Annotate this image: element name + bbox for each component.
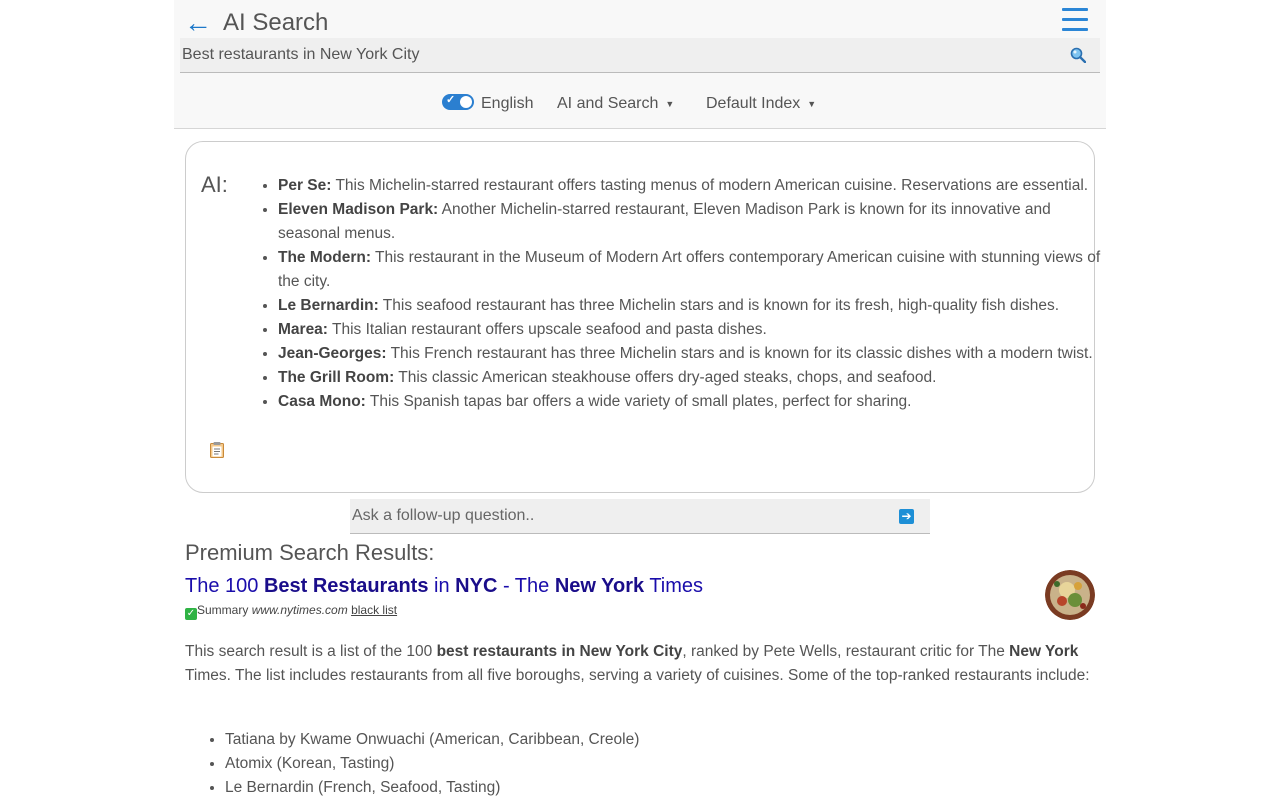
result-title-part: Times bbox=[644, 575, 704, 597]
restaurant-description: This Spanish tapas bar offers a wide var… bbox=[365, 393, 912, 410]
results-heading: Premium Search Results: bbox=[185, 540, 435, 565]
summary-text-part: Times. The list includes restaurants fro… bbox=[185, 667, 1090, 684]
restaurant-name: The Grill Room: bbox=[278, 369, 395, 386]
options-row: ✓ English AI and Search ▼ Default Index ▼ bbox=[174, 88, 1106, 120]
mode-dropdown[interactable]: AI and Search ▼ bbox=[557, 94, 674, 114]
result-summary: This search result is a list of the 100 … bbox=[185, 640, 1097, 688]
summary-text-part: New York bbox=[1009, 643, 1079, 660]
result-domain: www.nytimes.com bbox=[251, 603, 348, 617]
result-meta: ✓ Summary www.nytimes.com black list bbox=[185, 603, 397, 620]
restaurant-description: This restaurant in the Museum of Modern … bbox=[278, 249, 1101, 290]
ai-answer-item: The Grill Room: This classic American st… bbox=[278, 366, 1108, 390]
send-arrow-icon[interactable]: ➔ bbox=[899, 509, 914, 524]
menu-bar bbox=[1062, 18, 1088, 21]
summary-text-part: This search result is a list of the 100 bbox=[185, 643, 437, 660]
toggle-knob bbox=[460, 96, 472, 108]
result-title-part: Best Restaurants bbox=[263, 575, 429, 597]
restaurant-name: Le Bernardin: bbox=[278, 297, 379, 314]
restaurant-description: This classic American steakhouse offers … bbox=[394, 369, 937, 386]
result-title-part: in bbox=[428, 575, 456, 597]
ai-answer-item: Marea: This Italian restaurant offers up… bbox=[278, 318, 1108, 342]
check-icon: ✓ bbox=[446, 94, 456, 106]
ai-answer-item: Jean-Georges: This French restaurant has… bbox=[278, 342, 1108, 366]
result-title-part: New York bbox=[554, 575, 645, 597]
clipboard-icon[interactable] bbox=[209, 441, 225, 458]
mode-dropdown-value: AI and Search bbox=[557, 95, 659, 113]
caret-down-icon: ▼ bbox=[807, 99, 817, 109]
language-toggle[interactable]: ✓ bbox=[442, 94, 474, 110]
restaurant-description: This French restaurant has three Micheli… bbox=[386, 345, 1093, 362]
hamburger-menu-icon[interactable] bbox=[1062, 8, 1088, 34]
ai-answer-item: Casa Mono: This Spanish tapas bar offers… bbox=[278, 390, 1108, 414]
page: ← AI Search Best restaurants in New York… bbox=[174, 0, 1106, 800]
list-item: Atomix (Korean, Tasting) bbox=[225, 752, 639, 776]
restaurant-name: The Modern: bbox=[278, 249, 371, 266]
index-dropdown-value: Default Index bbox=[706, 95, 801, 113]
result-summary-list: Tatiana by Kwame Onwuachi (American, Car… bbox=[185, 728, 639, 800]
caret-down-icon: ▼ bbox=[665, 99, 675, 109]
followup-bar: ➔ bbox=[350, 499, 930, 534]
result-title-link[interactable]: The 100 Best Restaurants in NYC - The Ne… bbox=[185, 575, 703, 598]
restaurant-name: Marea: bbox=[278, 321, 328, 338]
list-item: Le Bernardin (French, Seafood, Tasting) bbox=[225, 776, 639, 800]
index-dropdown[interactable]: Default Index ▼ bbox=[706, 94, 816, 114]
ai-answer-item: Le Bernardin: This seafood restaurant ha… bbox=[278, 294, 1108, 318]
result-title-part: - The bbox=[497, 575, 555, 597]
restaurant-description: This Michelin-starred restaurant offers … bbox=[331, 177, 1089, 194]
result-title-part: The 100 bbox=[185, 575, 264, 597]
app-title: AI Search bbox=[223, 9, 329, 36]
checkbox-checked-icon[interactable]: ✓ bbox=[185, 608, 197, 620]
restaurant-description: This seafood restaurant has three Michel… bbox=[378, 297, 1060, 314]
restaurant-name: Per Se: bbox=[278, 177, 332, 194]
restaurant-name: Eleven Madison Park: bbox=[278, 201, 439, 218]
summary-label: Summary bbox=[197, 603, 249, 617]
list-item: Tatiana by Kwame Onwuachi (American, Car… bbox=[225, 728, 639, 752]
ai-answer-item: Per Se: This Michelin-starred restaurant… bbox=[278, 174, 1108, 198]
menu-bar bbox=[1062, 28, 1088, 31]
ai-answer-box: AI: Per Se: This Michelin-starred restau… bbox=[185, 141, 1100, 493]
ai-answer-item: Eleven Madison Park: Another Michelin-st… bbox=[278, 198, 1108, 246]
blacklist-link[interactable]: black list bbox=[351, 603, 397, 617]
magnifier-icon[interactable] bbox=[1070, 47, 1086, 63]
ai-answer-list: Per Se: This Michelin-starred restaurant… bbox=[255, 174, 1108, 414]
restaurant-description: This Italian restaurant offers upscale s… bbox=[327, 321, 767, 338]
result-thumbnail[interactable] bbox=[1045, 570, 1095, 620]
search-bar[interactable]: Best restaurants in New York City bbox=[180, 38, 1100, 73]
summary-text-part: , ranked by Pete Wells, restaurant criti… bbox=[682, 643, 1010, 660]
search-input[interactable]: Best restaurants in New York City bbox=[182, 38, 419, 72]
language-label: English bbox=[481, 95, 534, 112]
followup-input[interactable] bbox=[352, 499, 872, 533]
ai-label: AI: bbox=[201, 172, 228, 197]
summary-text-part: best restaurants in New York City bbox=[436, 643, 683, 660]
back-arrow-icon[interactable]: ← bbox=[184, 6, 212, 40]
header: ← AI Search Best restaurants in New York… bbox=[174, 0, 1106, 129]
restaurant-name: Casa Mono: bbox=[278, 393, 366, 410]
menu-bar bbox=[1062, 8, 1088, 11]
restaurant-name: Jean-Georges: bbox=[278, 345, 387, 362]
ai-answer-item: The Modern: This restaurant in the Museu… bbox=[278, 246, 1108, 294]
result-title-part: NYC bbox=[455, 575, 498, 597]
